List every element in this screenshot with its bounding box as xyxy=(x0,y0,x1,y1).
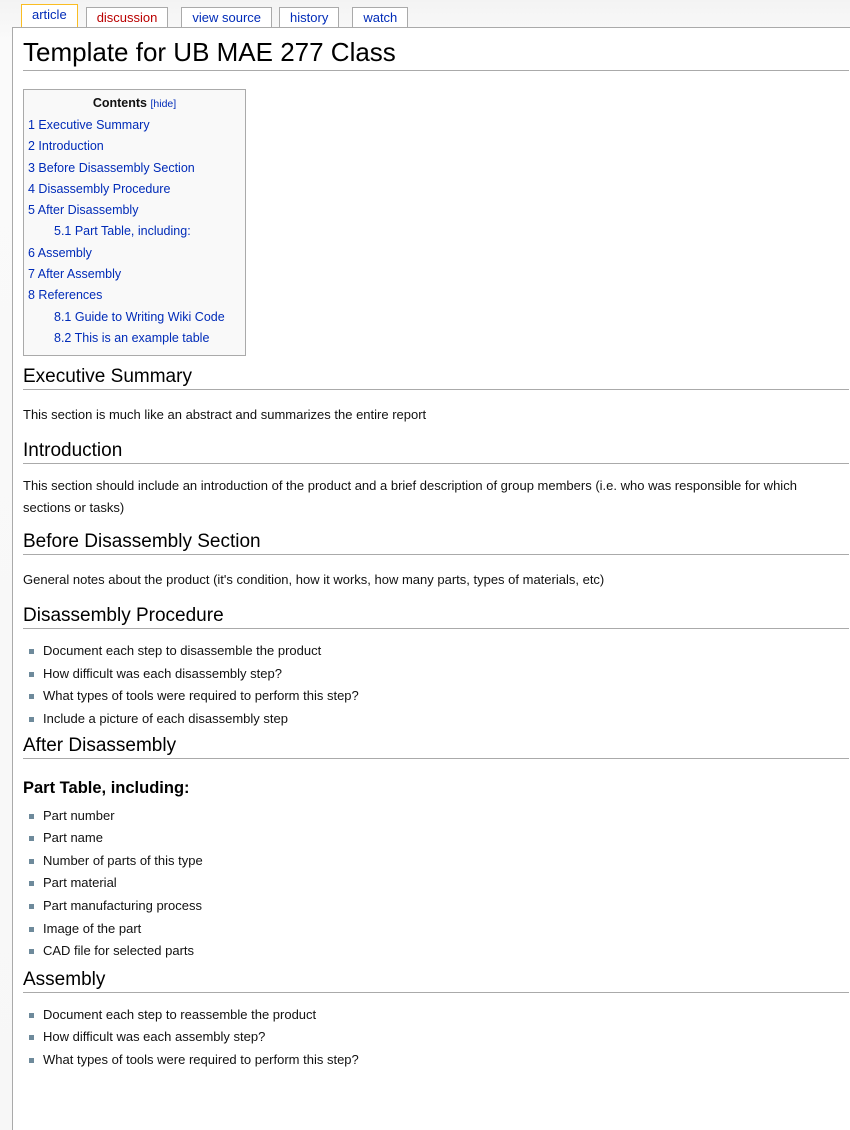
subsection-heading-part-table: Part Table, including: xyxy=(23,778,190,797)
section-heading-introduction: Introduction xyxy=(23,436,849,465)
toc-item[interactable]: 1 Executive Summary xyxy=(28,115,241,136)
list-item: What types of tools were required to per… xyxy=(29,1049,850,1072)
toc-item[interactable]: 3 Before Disassembly Section xyxy=(28,158,241,179)
section-text-before-disassembly: General notes about the product (it's co… xyxy=(23,572,605,588)
list-item: Image of the part xyxy=(29,918,850,941)
list-item: How difficult was each disassembly step? xyxy=(29,663,850,686)
list-item: Document each step to reassemble the pro… xyxy=(29,1004,850,1027)
tab-view-source[interactable]: view source xyxy=(181,7,273,28)
section-text-introduction: This section should include an introduct… xyxy=(23,478,797,516)
list-item: CAD file for selected parts xyxy=(29,940,850,963)
section-heading-disassembly-procedure: Disassembly Procedure xyxy=(23,601,849,630)
tab-watch[interactable]: watch xyxy=(352,7,409,28)
section-text-executive-summary: This section is much like an abstract an… xyxy=(23,407,427,423)
section-heading-assembly: Assembly xyxy=(23,965,849,993)
toc-subitem[interactable]: 8.2 This is an example table xyxy=(28,328,241,349)
list-item: Part material xyxy=(29,872,850,895)
toc-subitem[interactable]: 8.1 Guide to Writing Wiki Code xyxy=(28,307,241,328)
list-item: Document each step to disassemble the pr… xyxy=(29,640,850,663)
toc-title: Contents xyxy=(92,96,147,110)
list-item: Part number xyxy=(29,805,850,828)
page-title: Template for UB MAE 277 Class xyxy=(23,36,849,71)
list-item: Part manufacturing process xyxy=(29,895,850,918)
section-heading-executive-summary: Executive Summary xyxy=(23,362,849,391)
toc-item[interactable]: 8 References xyxy=(28,285,241,306)
list-item: How difficult was each assembly step? xyxy=(29,1026,850,1049)
list-item: What types of tools were required to per… xyxy=(29,685,850,708)
toc-item[interactable]: 6 Assembly xyxy=(28,243,241,264)
toc-header: Contents [hide] xyxy=(28,96,241,110)
table-of-contents: Contents [hide] 1 Executive Summary 2 In… xyxy=(23,89,246,357)
toc-item[interactable]: 4 Disassembly Procedure xyxy=(28,179,241,200)
section-heading-before-disassembly: Before Disassembly Section xyxy=(23,527,849,556)
section-heading-after-disassembly: After Disassembly xyxy=(23,731,849,759)
disassembly-procedure-list: Document each step to disassemble the pr… xyxy=(23,640,850,730)
list-item: Number of parts of this type xyxy=(29,850,850,873)
toc-subitem[interactable]: 5.1 Part Table, including: xyxy=(28,221,241,242)
list-item: Include a picture of each disassembly st… xyxy=(29,708,850,731)
part-table-list: Part number Part name Number of parts of… xyxy=(23,805,850,963)
assembly-list: Document each step to reassemble the pro… xyxy=(23,1004,850,1072)
toc-item[interactable]: 5 After Disassembly xyxy=(28,200,241,221)
tab-history[interactable]: history xyxy=(279,7,340,28)
toc-item[interactable]: 2 Introduction xyxy=(28,136,241,157)
page-tabs: article discussion view source history w… xyxy=(21,4,415,28)
toc-item[interactable]: 7 After Assembly xyxy=(28,264,241,285)
tab-discussion[interactable]: discussion xyxy=(85,7,169,28)
tab-article[interactable]: article xyxy=(21,4,78,28)
toc-hide-link[interactable]: [hide] xyxy=(150,98,176,110)
list-item: Part name xyxy=(29,827,850,850)
article-content: Template for UB MAE 277 Class Contents [… xyxy=(12,27,850,1130)
